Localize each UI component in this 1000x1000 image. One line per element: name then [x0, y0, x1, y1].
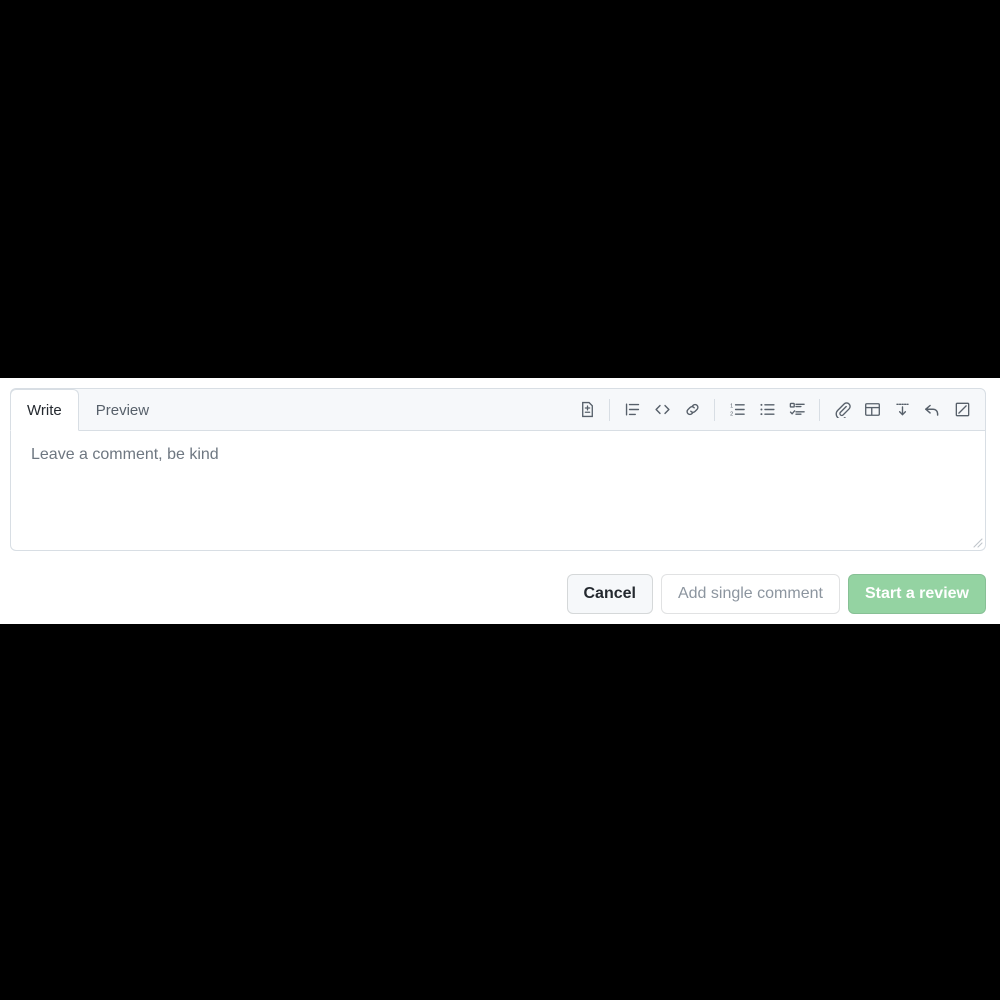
tab-write[interactable]: Write: [10, 389, 79, 431]
saved-replies-button[interactable]: [887, 395, 917, 425]
screen-root: Write Preview 1 2 Leave a comment, be ki…: [0, 0, 1000, 1000]
code-button[interactable]: [647, 395, 677, 425]
fullscreen-icon: [954, 401, 971, 418]
tab-preview-label: Preview: [95, 402, 150, 419]
ordered-list-button[interactable]: 1 2: [722, 395, 752, 425]
start-review-button[interactable]: Start a review: [847, 574, 986, 614]
attach-files-button[interactable]: [827, 395, 857, 425]
comment-textarea-container: [10, 431, 986, 551]
review-comment-panel: Write Preview 1 2 Leave a comment, be ki…: [0, 378, 1000, 624]
ordered-list-icon: 1 2: [729, 401, 746, 418]
table-button[interactable]: [857, 395, 887, 425]
toolbar-separator-3: [819, 398, 820, 421]
svg-text:1: 1: [730, 404, 733, 410]
editor-tabs: Write Preview: [10, 389, 166, 431]
markdown-toolbar: 1 2: [572, 389, 985, 430]
suggest-changes-button[interactable]: [572, 395, 602, 425]
unordered-list-icon: [759, 401, 776, 418]
task-list-icon: [789, 401, 806, 418]
heading-icon: [624, 401, 641, 418]
paperclip-icon: [834, 401, 851, 418]
reference-button[interactable]: [917, 395, 947, 425]
toolbar-separator-1: [609, 398, 610, 421]
tab-preview[interactable]: Preview: [79, 389, 166, 430]
add-single-comment-button[interactable]: Add single comment: [660, 574, 840, 614]
form-actions: Cancel Add single comment Start a review: [566, 574, 986, 614]
reply-arrow-icon: [923, 401, 941, 419]
toolbar-separator-2: [714, 398, 715, 421]
heading-button[interactable]: [617, 395, 647, 425]
fullscreen-button[interactable]: [947, 395, 977, 425]
tab-write-label: Write: [27, 402, 62, 419]
link-icon: [684, 401, 701, 418]
code-icon: [654, 401, 671, 418]
svg-text:2: 2: [730, 411, 733, 417]
cancel-button[interactable]: Cancel: [566, 574, 653, 614]
unordered-list-button[interactable]: [752, 395, 782, 425]
table-icon: [864, 401, 881, 418]
comment-form: Write Preview 1 2 Leave a comment, be ki…: [10, 388, 986, 614]
link-button[interactable]: [677, 395, 707, 425]
task-list-button[interactable]: [782, 395, 812, 425]
suggest-changes-icon: [579, 401, 596, 418]
comment-form-header: Write Preview 1 2: [10, 388, 986, 431]
saved-reply-icon: [894, 401, 911, 418]
comment-textarea[interactable]: [11, 431, 985, 550]
